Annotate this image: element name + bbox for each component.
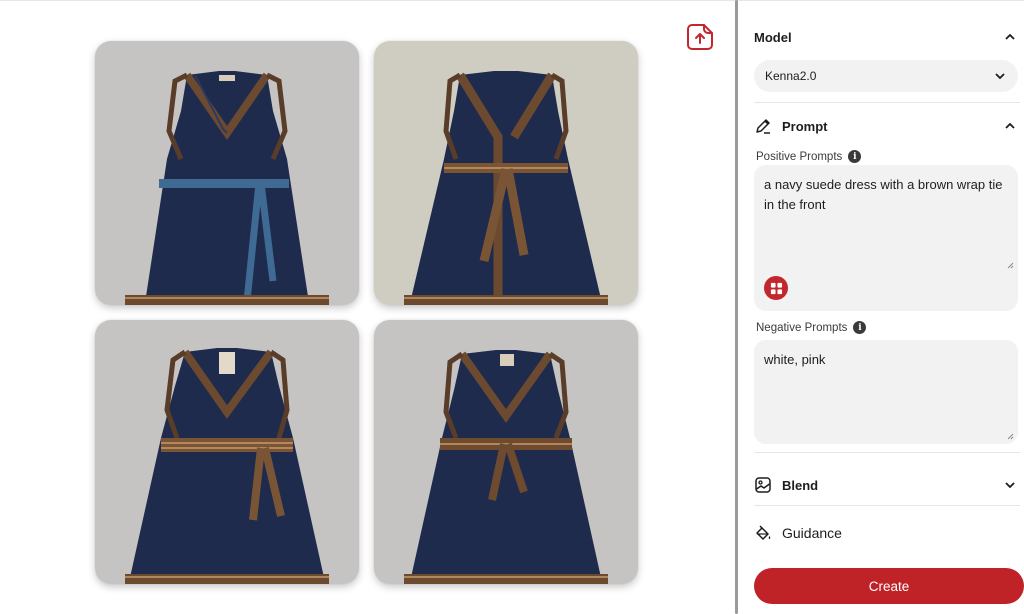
- dress-image-1: [95, 41, 359, 305]
- prompt-section-title: Prompt: [782, 118, 828, 134]
- generated-image-4[interactable]: [374, 320, 638, 584]
- info-icon[interactable]: i: [848, 150, 862, 163]
- image-gallery: [0, 0, 736, 614]
- chevron-up-icon: [1005, 122, 1015, 129]
- model-select[interactable]: Kenna2.0: [754, 60, 1018, 92]
- divider: [754, 452, 1020, 453]
- settings-panel: Model Kenna2.0 Prompt Positive Prompts i…: [742, 0, 1024, 614]
- generated-image-3[interactable]: [95, 320, 359, 584]
- negative-prompt-input[interactable]: white, pink: [754, 340, 1018, 444]
- positive-prompt-text: a navy suede dress with a brown wrap tie…: [764, 177, 1003, 212]
- info-icon[interactable]: i: [853, 321, 867, 334]
- paint-bucket-icon: [754, 524, 772, 542]
- upload-icon[interactable]: [684, 21, 716, 53]
- negative-prompts-label: Negative Prompts i: [756, 321, 867, 334]
- negative-prompt-text: white, pink: [764, 352, 826, 367]
- prompt-enhance-button[interactable]: [764, 276, 788, 300]
- resize-grip-icon[interactable]: [1007, 433, 1014, 440]
- negative-prompts-label-text: Negative Prompts: [756, 321, 848, 334]
- resize-grip-icon[interactable]: [1007, 262, 1014, 269]
- chevron-down-icon: [995, 73, 1005, 80]
- grid-icon: [770, 282, 782, 294]
- dress-image-4: [374, 320, 638, 584]
- generated-image-1[interactable]: [95, 41, 359, 305]
- guidance-section-header[interactable]: Guidance: [754, 521, 1022, 545]
- model-section-title: Model: [754, 29, 792, 45]
- blend-section-title: Blend: [782, 477, 819, 493]
- guidance-section-title: Guidance: [782, 525, 842, 541]
- blend-section-header[interactable]: Blend: [754, 473, 1022, 497]
- image-icon: [754, 476, 772, 494]
- chevron-up-icon: [1005, 33, 1015, 40]
- dress-image-3: [95, 320, 359, 584]
- divider: [754, 102, 1020, 103]
- chevron-down-icon: [1005, 482, 1015, 489]
- dress-image-2: [374, 41, 638, 305]
- prompt-section-header[interactable]: Prompt: [754, 114, 1022, 138]
- model-section-header[interactable]: Model: [754, 25, 1022, 49]
- positive-prompts-label: Positive Prompts i: [756, 150, 862, 163]
- generated-image-2[interactable]: [374, 41, 638, 305]
- divider: [754, 505, 1020, 506]
- create-button[interactable]: Create: [754, 568, 1024, 604]
- pencil-icon: [754, 117, 772, 135]
- positive-prompt-input[interactable]: a navy suede dress with a brown wrap tie…: [754, 165, 1018, 311]
- panel-resize-handle[interactable]: [735, 0, 738, 614]
- model-select-value: Kenna2.0: [765, 69, 817, 83]
- positive-prompts-label-text: Positive Prompts: [756, 150, 843, 163]
